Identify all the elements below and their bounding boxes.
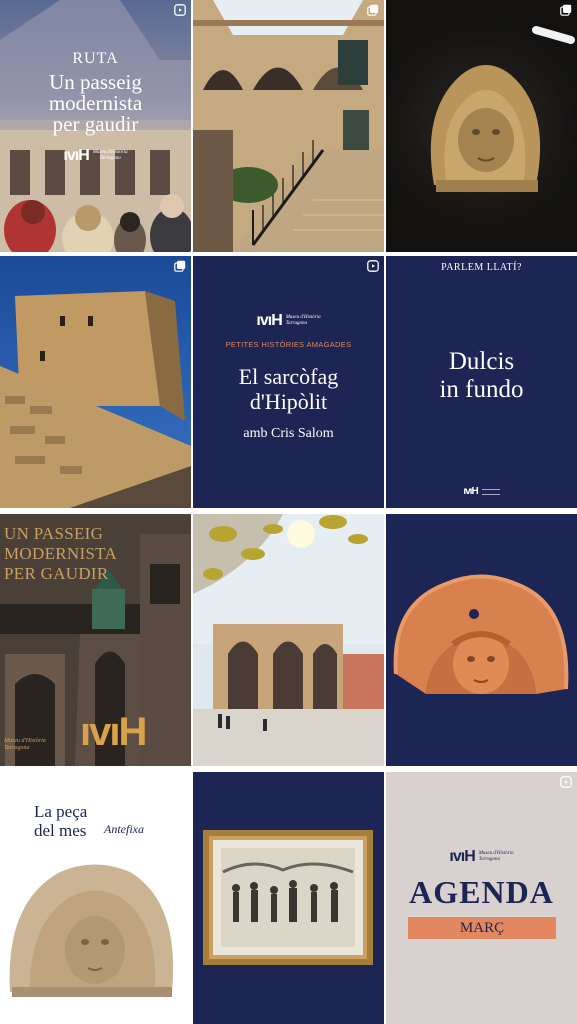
reel-icon	[367, 260, 379, 272]
post-title-line: Dulcis	[448, 348, 515, 375]
antefix-photo	[430, 26, 575, 192]
reel-icon	[174, 4, 186, 16]
profile-post-grid: RUTA Un passeig modernista per gaudir ıv…	[0, 0, 577, 1024]
courtyard-staircase-photo	[193, 0, 384, 252]
logo-mark: ıvıH	[63, 147, 89, 164]
post-title: AGENDA	[409, 874, 554, 910]
stone-tower-photo	[0, 291, 191, 508]
reel-icon	[560, 776, 572, 788]
post-kicker: PARLEM LLATÍ?	[441, 262, 522, 273]
museum-logo: ıvıH Museu d'Història Tarragona	[449, 848, 513, 866]
framed-engraving-photo	[203, 830, 373, 965]
post-tile-tower[interactable]	[0, 256, 191, 508]
logo-text: Museu d'Història	[478, 851, 514, 856]
logo-text: Tarragona	[99, 156, 121, 161]
post-subtitle: MARÇ	[408, 917, 556, 939]
logo-text: Tarragona	[285, 321, 307, 326]
post-title-line: per gaudir	[52, 112, 139, 136]
post-title-line: El sarcòfag	[238, 364, 339, 389]
post-title-line: in fundo	[439, 376, 524, 403]
museum-logo: ıvıH	[463, 486, 500, 497]
post-tile-market[interactable]	[193, 514, 384, 766]
multiple-photos-icon	[560, 4, 572, 16]
logo-mark: ıvıH	[463, 486, 478, 497]
museum-logo: ıvıH Museu d'Història Tarragona	[256, 312, 320, 330]
multiple-photos-icon	[174, 260, 186, 272]
logo-text: Tarragona	[4, 745, 30, 751]
post-kicker: PETITES HISTÒRIES AMAGADES	[225, 340, 352, 349]
post-tile-engraving[interactable]	[193, 772, 384, 1024]
post-tile-agenda[interactable]: ıvıH Museu d'Història Tarragona AGENDA MA…	[386, 772, 577, 1024]
terracotta-antefix-photo	[393, 574, 569, 694]
logo-text: Museu d'Història	[92, 150, 128, 155]
museum-logo: ıvıH Museu d'Història Tarragona	[0, 147, 191, 165]
post-tile-passeig[interactable]: UN PASSEIG MODERNISTA PER GAUDIR Museu d…	[0, 514, 191, 766]
post-subtitle: amb Cris Salom	[243, 426, 334, 441]
post-title-line: d'Hipòlit	[249, 389, 328, 414]
post-title-line: PER GAUDIR	[4, 564, 109, 583]
logo-mark: ıvıH	[256, 312, 282, 329]
post-kicker: RUTA	[72, 50, 119, 67]
post-title-line: UN PASSEIG	[4, 524, 104, 543]
post-tile-dulcis[interactable]: PARLEM LLATÍ? Dulcis in fundo ıvıH	[386, 256, 577, 508]
logo-text: Tarragona	[478, 857, 500, 862]
logo-mark: ıvıH	[80, 710, 147, 754]
post-title-line: MODERNISTA	[4, 544, 118, 563]
logo-mark: ıvıH	[449, 848, 475, 865]
post-tile-antefix-dark[interactable]	[386, 0, 577, 252]
post-tile-courtyard[interactable]	[193, 0, 384, 252]
logo-text: Museu d'Història	[285, 315, 321, 320]
post-title-line: modernista	[48, 91, 143, 115]
museum-logo-text: Museu d'Història Tarragona	[4, 738, 46, 752]
post-title-line: Un passeig	[49, 70, 142, 94]
logo-text: Museu d'Història	[4, 738, 46, 744]
multiple-photos-icon	[367, 4, 379, 16]
post-tile-ruta[interactable]: RUTA Un passeig modernista per gaudir ıv…	[0, 0, 191, 252]
post-tile-sarcophagus[interactable]: ıvıH Museu d'Història Tarragona PETITES H…	[193, 256, 384, 508]
post-tile-peca-del-mes[interactable]: La peça del mes Antefixa	[0, 772, 191, 1024]
post-tile-antefix-orange[interactable]	[386, 514, 577, 766]
market-square-photo	[193, 514, 384, 766]
antefix-photo	[9, 864, 174, 997]
